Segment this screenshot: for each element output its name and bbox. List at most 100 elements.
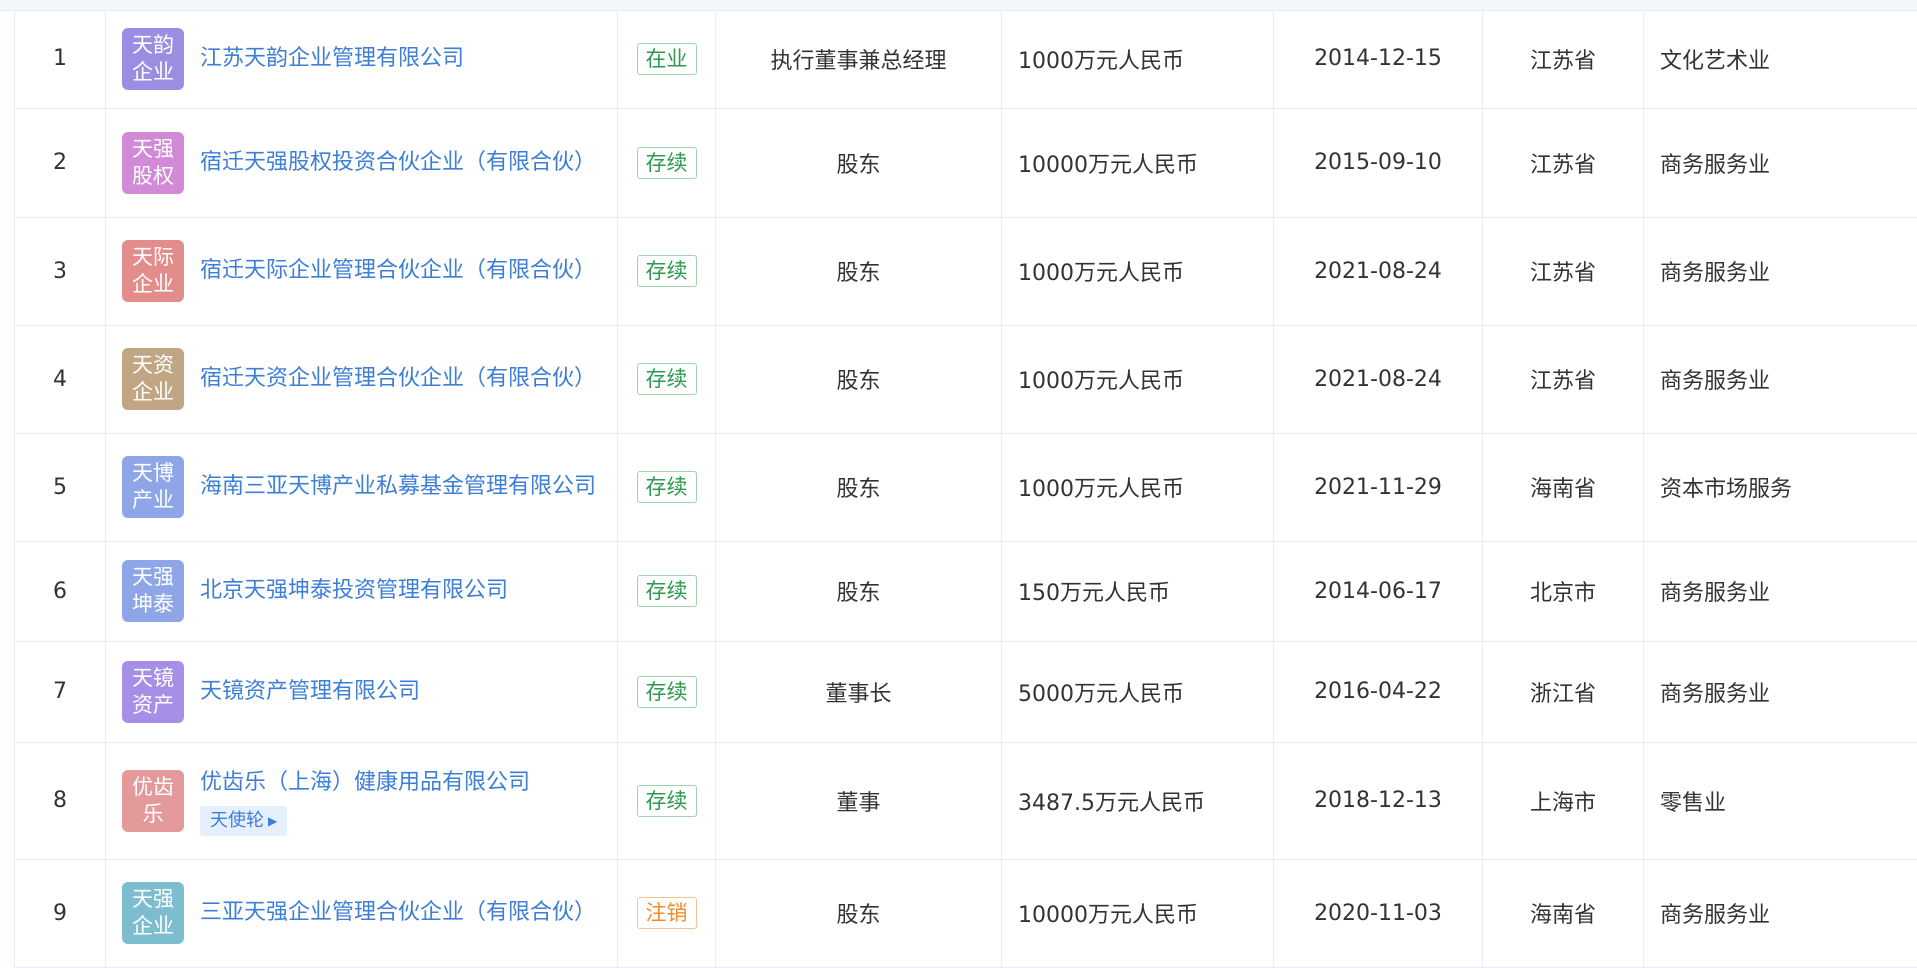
- company-table: 1天韵企业江苏天韵企业管理有限公司在业执行董事兼总经理1000万元人民币2014…: [14, 10, 1917, 968]
- company-name-link[interactable]: 江苏天韵企业管理有限公司: [200, 42, 464, 76]
- status-cell: 存续: [618, 217, 716, 325]
- company-name-link[interactable]: 北京天强坤泰投资管理有限公司: [200, 574, 508, 608]
- company-name-link[interactable]: 宿迁天资企业管理合伙企业（有限合伙）: [200, 362, 596, 396]
- status-badge: 存续: [637, 471, 697, 503]
- province-cell: 江苏省: [1483, 325, 1644, 433]
- company-info: 天强股权宿迁天强股权投资合伙企业（有限合伙）: [122, 132, 605, 194]
- industry-cell: 零售业: [1644, 742, 1917, 859]
- industry-cell: 商务服务业: [1644, 108, 1917, 217]
- company-name-link[interactable]: 海南三亚天博产业私募基金管理有限公司: [200, 470, 596, 504]
- registered-capital-cell: 150万元人民币: [1002, 541, 1274, 641]
- company-logo: 天镜资产: [122, 661, 184, 723]
- company-logo: 天际企业: [122, 240, 184, 302]
- status-badge: 存续: [637, 785, 697, 817]
- province-cell: 北京市: [1483, 541, 1644, 641]
- established-date-cell: 2021-08-24: [1274, 217, 1483, 325]
- company-name-link[interactable]: 宿迁天强股权投资合伙企业（有限合伙）: [200, 146, 596, 180]
- funding-round-tag[interactable]: 天使轮▶: [200, 806, 287, 836]
- status-cell: 存续: [618, 541, 716, 641]
- province-cell: 上海市: [1483, 742, 1644, 859]
- province-cell: 江苏省: [1483, 217, 1644, 325]
- company-name-link[interactable]: 宿迁天际企业管理合伙企业（有限合伙）: [200, 254, 596, 288]
- table-row: 2天强股权宿迁天强股权投资合伙企业（有限合伙）存续股东10000万元人民币201…: [15, 108, 1917, 217]
- company-name-column: 优齿乐（上海）健康用品有限公司天使轮▶: [200, 766, 530, 836]
- company-cell: 天资企业宿迁天资企业管理合伙企业（有限合伙）: [106, 325, 618, 433]
- company-cell: 天韵企业江苏天韵企业管理有限公司: [106, 10, 618, 108]
- company-name-link[interactable]: 优齿乐（上海）健康用品有限公司: [200, 766, 530, 800]
- status-cell: 存续: [618, 742, 716, 859]
- company-logo: 优齿乐: [122, 770, 184, 832]
- registered-capital-cell: 1000万元人民币: [1002, 217, 1274, 325]
- status-cell: 注销: [618, 859, 716, 967]
- company-name-link[interactable]: 天镜资产管理有限公司: [200, 675, 420, 709]
- company-name-column: 天镜资产管理有限公司: [200, 675, 420, 709]
- established-date-cell: 2020-11-03: [1274, 859, 1483, 967]
- company-logo: 天强股权: [122, 132, 184, 194]
- established-date-cell: 2014-12-15: [1274, 10, 1483, 108]
- company-cell: 优齿乐优齿乐（上海）健康用品有限公司天使轮▶: [106, 742, 618, 859]
- company-name-column: 宿迁天强股权投资合伙企业（有限合伙）: [200, 146, 596, 180]
- company-info: 天强企业三亚天强企业管理合伙企业（有限合伙）: [122, 882, 605, 944]
- industry-cell: 商务服务业: [1644, 641, 1917, 742]
- table-row: 9天强企业三亚天强企业管理合伙企业（有限合伙）注销股东10000万元人民币202…: [15, 859, 1917, 967]
- province-cell: 江苏省: [1483, 10, 1644, 108]
- registered-capital-cell: 5000万元人民币: [1002, 641, 1274, 742]
- company-cell: 天镜资产天镜资产管理有限公司: [106, 641, 618, 742]
- row-index: 4: [15, 325, 106, 433]
- table-row: 7天镜资产天镜资产管理有限公司存续董事长5000万元人民币2016-04-22浙…: [15, 641, 1917, 742]
- status-badge: 注销: [637, 897, 697, 929]
- table-body: 1天韵企业江苏天韵企业管理有限公司在业执行董事兼总经理1000万元人民币2014…: [15, 10, 1917, 967]
- company-info: 天际企业宿迁天际企业管理合伙企业（有限合伙）: [122, 240, 605, 302]
- status-badge: 在业: [637, 43, 697, 75]
- company-name-column: 宿迁天资企业管理合伙企业（有限合伙）: [200, 362, 596, 396]
- established-date-cell: 2016-04-22: [1274, 641, 1483, 742]
- registered-capital-cell: 1000万元人民币: [1002, 10, 1274, 108]
- status-badge: 存续: [637, 676, 697, 708]
- company-info: 天镜资产天镜资产管理有限公司: [122, 661, 605, 723]
- status-badge: 存续: [637, 255, 697, 287]
- status-cell: 存续: [618, 108, 716, 217]
- company-cell: 天强坤泰北京天强坤泰投资管理有限公司: [106, 541, 618, 641]
- role-cell: 股东: [716, 541, 1002, 641]
- status-badge: 存续: [637, 363, 697, 395]
- registered-capital-cell: 10000万元人民币: [1002, 859, 1274, 967]
- status-cell: 在业: [618, 10, 716, 108]
- company-logo: 天韵企业: [122, 28, 184, 90]
- role-cell: 股东: [716, 325, 1002, 433]
- province-cell: 浙江省: [1483, 641, 1644, 742]
- company-name-column: 三亚天强企业管理合伙企业（有限合伙）: [200, 896, 596, 930]
- row-index: 6: [15, 541, 106, 641]
- row-index: 1: [15, 10, 106, 108]
- status-cell: 存续: [618, 433, 716, 541]
- company-name-link[interactable]: 三亚天强企业管理合伙企业（有限合伙）: [200, 896, 596, 930]
- table-row: 6 天强坤泰北京天强坤泰投资管理有限公司存续股东150万元人民币2014-06-1…: [15, 541, 1917, 641]
- registered-capital-cell: 10000万元人民币: [1002, 108, 1274, 217]
- established-date-cell: 2018-12-13: [1274, 742, 1483, 859]
- role-cell: 董事长: [716, 641, 1002, 742]
- company-cell: 天博产业海南三亚天博产业私募基金管理有限公司: [106, 433, 618, 541]
- company-name-column: 海南三亚天博产业私募基金管理有限公司: [200, 470, 596, 504]
- table-row: 1天韵企业江苏天韵企业管理有限公司在业执行董事兼总经理1000万元人民币2014…: [15, 10, 1917, 108]
- company-info: 天强坤泰北京天强坤泰投资管理有限公司: [122, 560, 605, 622]
- row-index: 7: [15, 641, 106, 742]
- company-logo: 天资企业: [122, 348, 184, 410]
- industry-cell: 商务服务业: [1644, 325, 1917, 433]
- row-index: 5: [15, 433, 106, 541]
- company-info: 优齿乐优齿乐（上海）健康用品有限公司天使轮▶: [122, 766, 605, 836]
- row-index: 2: [15, 108, 106, 217]
- company-name-column: 江苏天韵企业管理有限公司: [200, 42, 464, 76]
- company-name-column: 宿迁天际企业管理合伙企业（有限合伙）: [200, 254, 596, 288]
- company-info: 天资企业宿迁天资企业管理合伙企业（有限合伙）: [122, 348, 605, 410]
- role-cell: 执行董事兼总经理: [716, 10, 1002, 108]
- status-cell: 存续: [618, 641, 716, 742]
- registered-capital-cell: 3487.5万元人民币: [1002, 742, 1274, 859]
- company-logo: 天强企业: [122, 882, 184, 944]
- row-index: 9: [15, 859, 106, 967]
- established-date-cell: 2015-09-10: [1274, 108, 1483, 217]
- established-date-cell: 2021-08-24: [1274, 325, 1483, 433]
- table-row: 8优齿乐优齿乐（上海）健康用品有限公司天使轮▶存续董事3487.5万元人民币20…: [15, 742, 1917, 859]
- province-cell: 江苏省: [1483, 108, 1644, 217]
- established-date-cell: 2014-06-17: [1274, 541, 1483, 641]
- province-cell: 海南省: [1483, 433, 1644, 541]
- row-index: 3: [15, 217, 106, 325]
